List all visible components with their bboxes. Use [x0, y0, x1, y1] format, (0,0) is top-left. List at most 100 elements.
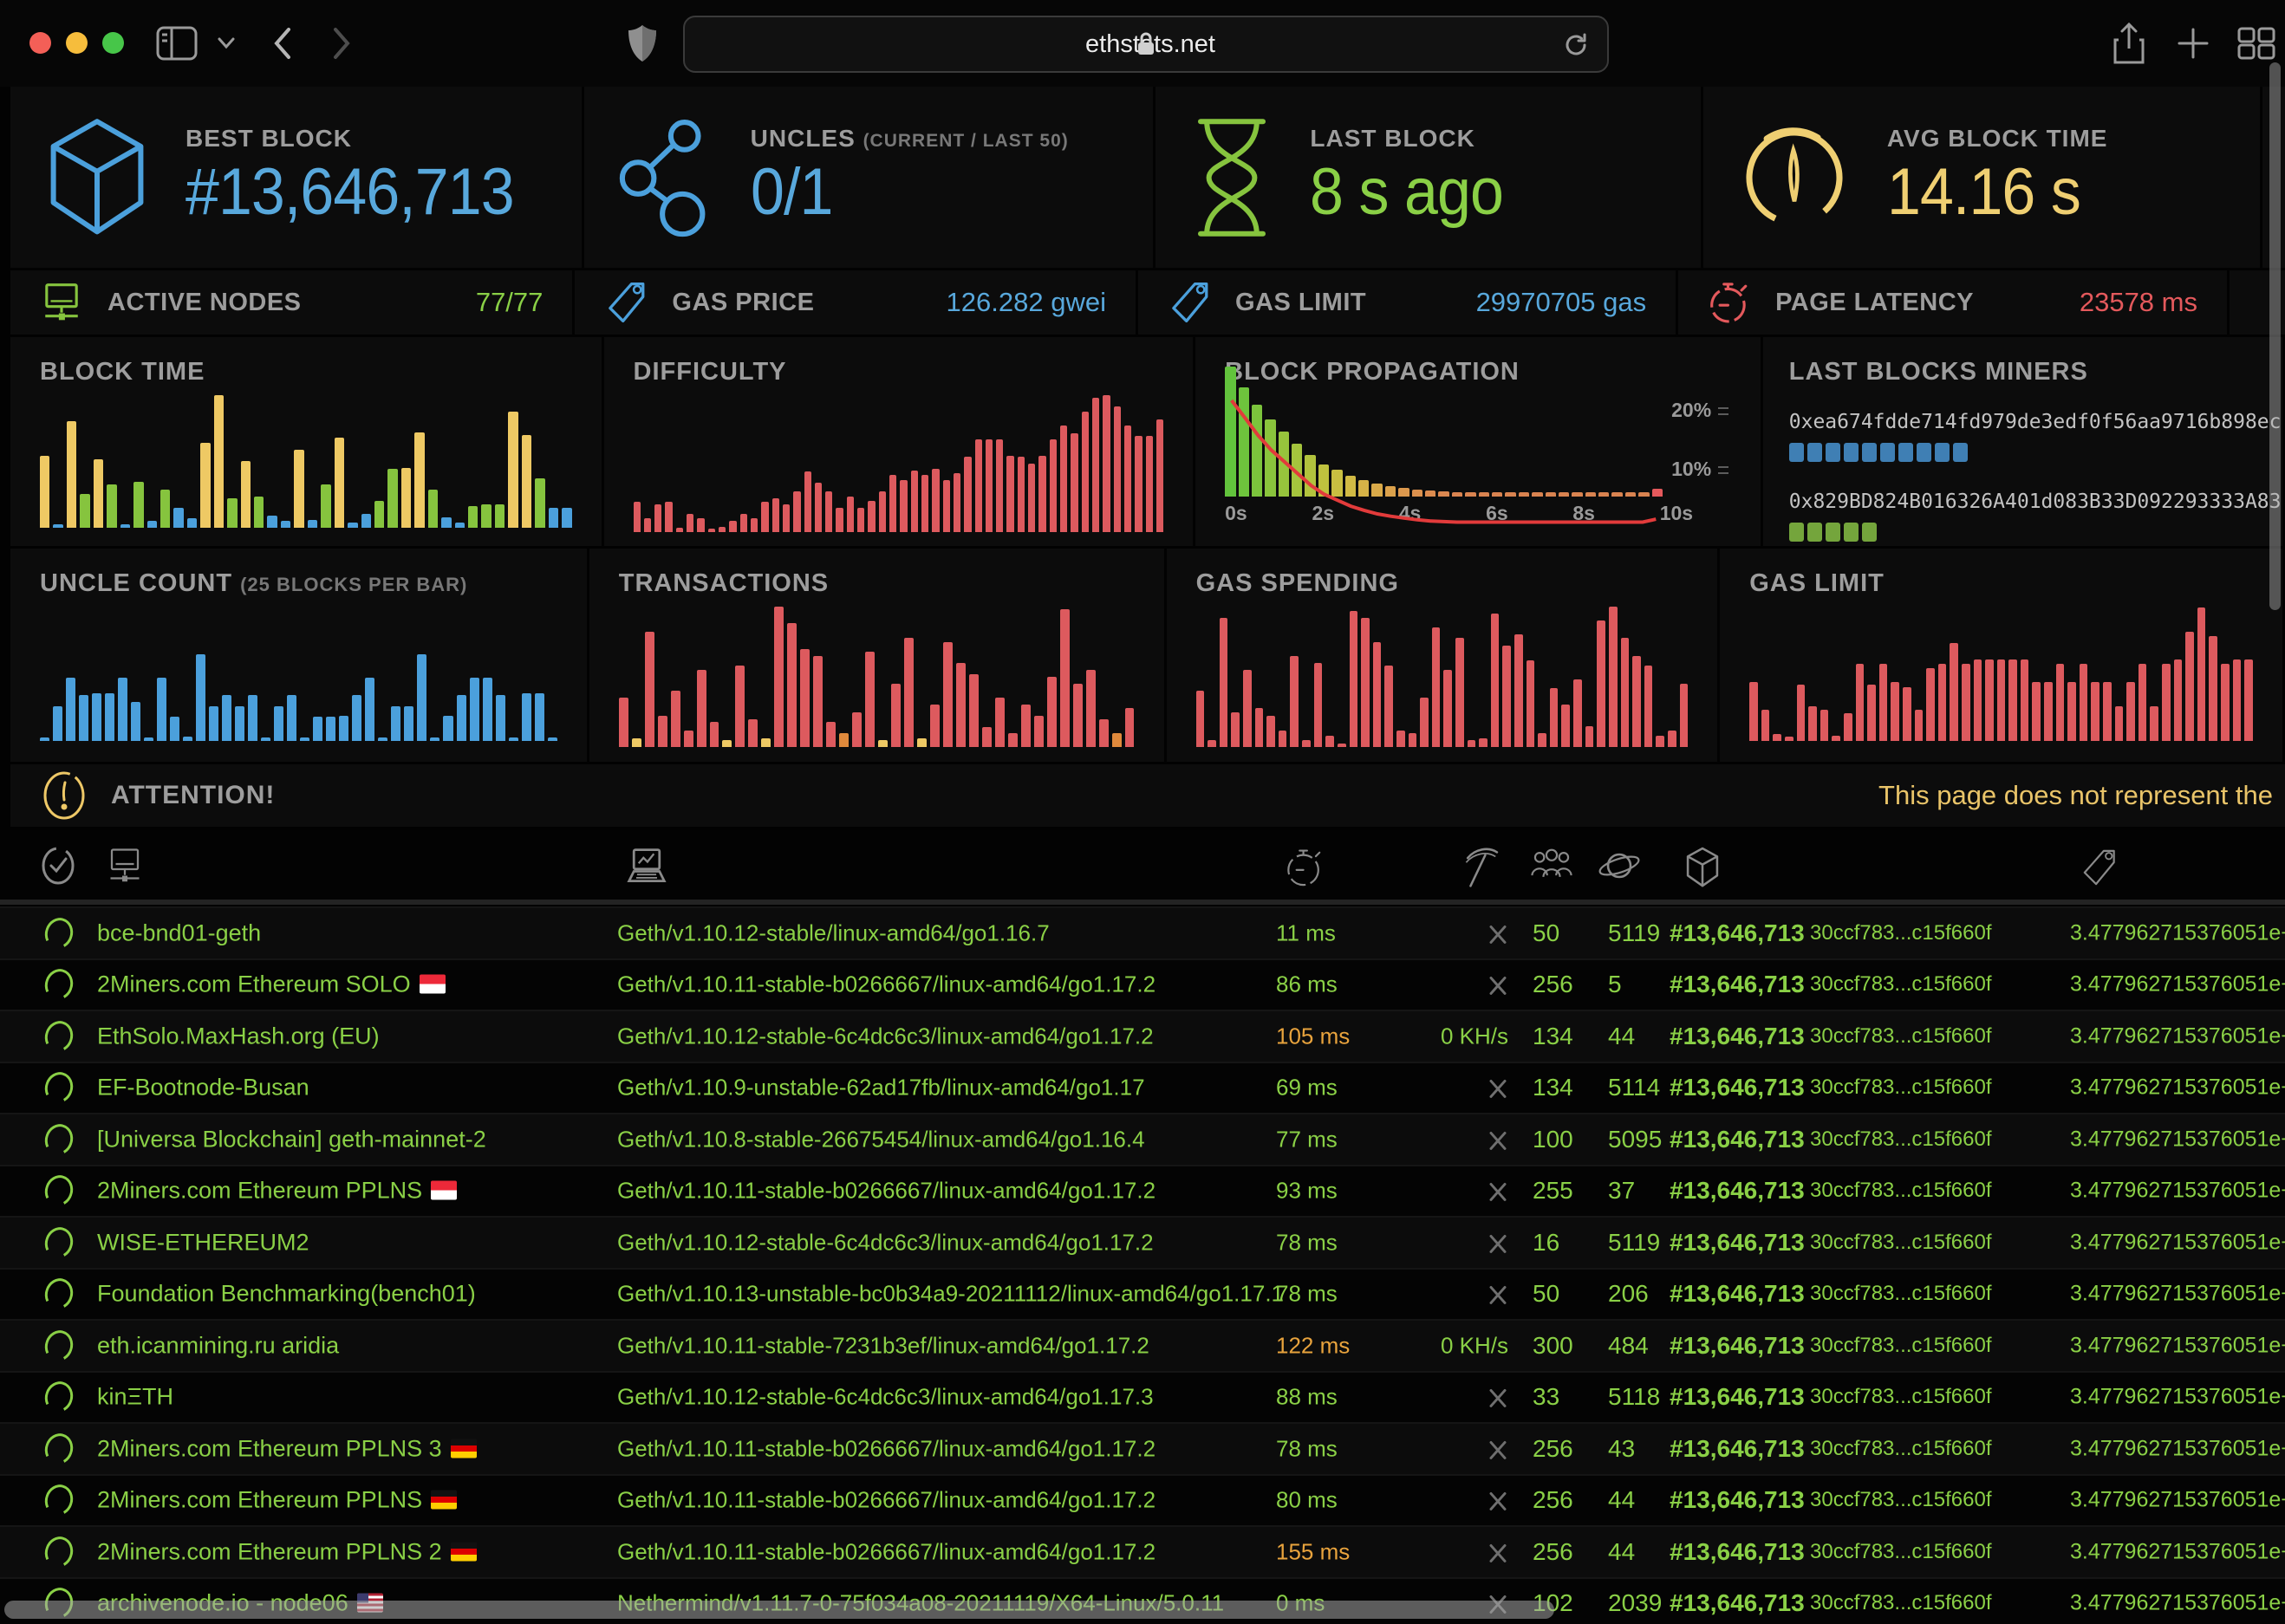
- table-row[interactable]: WISE-ETHEREUM2Geth/v1.10.12-stable-6c4dc…: [0, 1216, 2285, 1268]
- not-mining-icon: [1488, 1077, 1508, 1101]
- attention-label: ATTENTION!: [111, 781, 275, 810]
- chart-bar: [441, 517, 451, 529]
- stat-title: AVG BLOCK TIME: [1887, 125, 2108, 153]
- page-latency-value: 23578 ms: [2080, 287, 2197, 318]
- chart-bar: [1468, 740, 1476, 747]
- chart-bar: [644, 518, 651, 532]
- table-row[interactable]: EthSolo.MaxHash.org (EU)Geth/v1.10.12-st…: [0, 1010, 2285, 1062]
- stopwatch-icon: [1708, 279, 1751, 326]
- flag-sg-icon: [431, 1181, 457, 1200]
- gas-spending-chart-panel: GAS SPENDING: [1167, 549, 1718, 762]
- table-row[interactable]: bce-bnd01-gethGeth/v1.10.12-stable/linux…: [0, 906, 2285, 958]
- window-close-button[interactable]: [29, 32, 51, 54]
- uncles-icon: [619, 117, 714, 238]
- node-total-difficulty: 3.477962715376051e+2: [2070, 1436, 2285, 1461]
- block-column-icon: [1683, 846, 1722, 889]
- chart-bar: [2139, 664, 2147, 741]
- address-bar[interactable]: ethstats.net: [683, 16, 1609, 73]
- table-row[interactable]: kinΞTHGeth/v1.10.12-stable-6c4dc6c3/linu…: [0, 1371, 2285, 1423]
- node-mining: [1411, 1281, 1508, 1308]
- node-name[interactable]: WISE-ETHEREUM2: [97, 1229, 309, 1256]
- stat-label: GAS PRICE: [672, 289, 814, 317]
- chart-bar: [665, 502, 672, 532]
- node-total-difficulty: 3.477962715376051e+2: [2070, 1488, 2285, 1513]
- table-row[interactable]: Foundation Benchmarking(bench01) Geth/v1.…: [0, 1268, 2285, 1320]
- window-zoom-button[interactable]: [102, 32, 124, 54]
- miner-address[interactable]: 0x829BD824B016326A401d083B33D092293333A8…: [1789, 487, 2256, 514]
- chart-bar: [391, 706, 400, 742]
- node-name[interactable]: 2Miners.com Ethereum SOLO: [97, 971, 446, 998]
- reload-icon[interactable]: [1562, 31, 1590, 59]
- node-block-hash: 30ccf783...c15f660f: [1810, 1334, 1991, 1358]
- node-name[interactable]: Foundation Benchmarking(bench01): [97, 1281, 476, 1308]
- node-name[interactable]: 2Miners.com Ethereum PPLNS: [97, 1487, 457, 1514]
- node-latency: 77 ms: [1276, 1126, 1338, 1153]
- back-button[interactable]: [270, 24, 293, 62]
- chart-bar: [105, 693, 114, 741]
- node-total-difficulty: 3.477962715376051e+2: [2070, 1333, 2285, 1358]
- sidebar-toggle-icon[interactable]: [156, 26, 198, 61]
- chart-bar: [1135, 436, 1142, 532]
- node-name[interactable]: [Universa Blockchain] geth-mainnet-2: [97, 1126, 486, 1153]
- chart-bar: [173, 508, 183, 529]
- chart-bar: [956, 663, 966, 747]
- chart-bar: [287, 695, 296, 741]
- not-mining-icon: [1488, 1387, 1508, 1411]
- hashrate-value: 0 KH/s: [1441, 1332, 1508, 1358]
- miner-address[interactable]: 0xea674fdde714fd979de3edf0f56aa9716b898e…: [1789, 407, 2256, 434]
- chevron-down-icon[interactable]: [217, 36, 236, 50]
- chart-bar: [133, 482, 143, 529]
- node-client: Geth/v1.10.13-unstable-bc0b34a9-20211112…: [617, 1281, 1284, 1308]
- table-row[interactable]: eth.icanmining.ru aridiaGeth/v1.10.11-st…: [0, 1319, 2285, 1371]
- mined-block-square: [1789, 523, 1804, 542]
- table-row[interactable]: [Universa Blockchain] geth-mainnet-2Geth…: [0, 1113, 2285, 1165]
- horizontal-scrollbar[interactable]: [4, 1601, 1554, 1619]
- chart-bar: [361, 514, 371, 528]
- node-name[interactable]: 2Miners.com Ethereum PPLNS 2: [97, 1538, 477, 1565]
- chart-bar: [735, 666, 745, 747]
- chart-bar: [1125, 708, 1135, 747]
- chart-bar: [1585, 726, 1594, 747]
- window-minimize-button[interactable]: [66, 32, 88, 54]
- vertical-scrollbar[interactable]: [2269, 62, 2281, 610]
- chart-bar: [457, 695, 466, 741]
- table-row[interactable]: 2Miners.com Ethereum PPLNS 3Geth/v1.10.1…: [0, 1422, 2285, 1474]
- chart-bar: [1006, 456, 1013, 532]
- chart-bar: [2008, 659, 2017, 741]
- chart-bar: [443, 716, 452, 741]
- last-blocks-miners-panel: LAST BLOCKS MINERS 0xea674fdde714fd979de…: [1763, 337, 2282, 546]
- chart-bar: [1038, 456, 1045, 532]
- node-status-icon: [45, 969, 73, 1000]
- share-icon[interactable]: [2112, 21, 2146, 66]
- chart-bar: [496, 695, 505, 741]
- tab-overview-icon[interactable]: [2236, 26, 2276, 61]
- node-pending: 2039: [1608, 1589, 1662, 1617]
- node-name[interactable]: kinΞTH: [97, 1384, 173, 1411]
- forward-button[interactable]: [331, 24, 354, 62]
- table-row[interactable]: 2Miners.com Ethereum PPLNS 2Geth/v1.10.1…: [0, 1525, 2285, 1577]
- chart-bar: [634, 502, 641, 532]
- node-name[interactable]: EthSolo.MaxHash.org (EU): [97, 1023, 380, 1049]
- node-latency: 93 ms: [1276, 1178, 1338, 1205]
- node-name[interactable]: eth.icanmining.ru aridia: [97, 1332, 339, 1359]
- new-tab-icon[interactable]: [2176, 26, 2210, 61]
- chart-bar: [1644, 666, 1653, 747]
- chart-bar: [222, 695, 231, 741]
- chart-bar: [1573, 679, 1582, 747]
- node-name[interactable]: 2Miners.com Ethereum PPLNS 3: [97, 1435, 477, 1462]
- node-name[interactable]: 2Miners.com Ethereum PPLNS: [97, 1178, 457, 1205]
- table-row[interactable]: 2Miners.com Ethereum PPLNSGeth/v1.10.11-…: [0, 1165, 2285, 1217]
- node-total-difficulty: 3.477962715376051e+2: [2070, 1539, 2285, 1564]
- chart-bar: [722, 740, 732, 747]
- table-row[interactable]: EF-Bootnode-BusanGeth/v1.10.9-unstable-6…: [0, 1062, 2285, 1114]
- node-peers: 256: [1533, 971, 1573, 998]
- node-pending: 43: [1608, 1435, 1635, 1463]
- privacy-shield-icon[interactable]: [626, 23, 659, 64]
- table-row[interactable]: 2Miners.com Ethereum PPLNSGeth/v1.10.11-…: [0, 1474, 2285, 1526]
- chart-bar: [1124, 425, 1131, 532]
- table-row[interactable]: 2Miners.com Ethereum SOLOGeth/v1.10.11-s…: [0, 958, 2285, 1010]
- node-name[interactable]: bce-bnd01-geth: [97, 919, 261, 946]
- chart-bar: [1060, 425, 1067, 532]
- node-name[interactable]: EF-Bootnode-Busan: [97, 1075, 309, 1101]
- chart-bar: [1266, 716, 1275, 747]
